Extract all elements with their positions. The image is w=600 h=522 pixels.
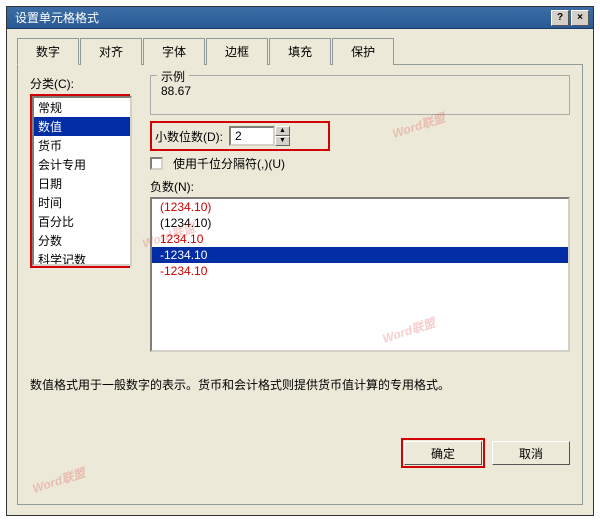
negative-item[interactable]: -1234.10 (152, 247, 568, 263)
cancel-button[interactable]: 取消 (492, 441, 570, 465)
spin-up-icon[interactable]: ▲ (275, 126, 290, 136)
description-text: 数值格式用于一般数字的表示。货币和会计格式则提供货币值计算的专用格式。 (30, 376, 570, 393)
category-highlight: 常规数值货币会计专用日期时间百分比分数科学记数文本特殊自定义 (30, 94, 130, 268)
category-item[interactable]: 分数 (34, 231, 130, 250)
thousands-checkbox[interactable] (150, 157, 163, 170)
tab-填充[interactable]: 填充 (269, 38, 331, 65)
dialog-title: 设置单元格格式 (11, 9, 549, 26)
category-listbox[interactable]: 常规数值货币会计专用日期时间百分比分数科学记数文本特殊自定义 (32, 96, 132, 266)
decimal-label: 小数位数(D): (155, 128, 223, 145)
titlebar: 设置单元格格式 ? × (7, 7, 593, 29)
category-item[interactable]: 日期 (34, 174, 130, 193)
dialog-body: 数字对齐字体边框填充保护 分类(C): 常规数值货币会计专用日期时间百分比分数科… (7, 29, 593, 515)
decimal-input[interactable] (229, 126, 275, 146)
format-cells-dialog: 设置单元格格式 ? × 数字对齐字体边框填充保护 分类(C): 常规数值货币会计… (6, 6, 594, 516)
category-item[interactable]: 百分比 (34, 212, 130, 231)
category-item[interactable]: 时间 (34, 193, 130, 212)
category-item[interactable]: 数值 (34, 117, 130, 136)
sample-value: 88.67 (161, 84, 559, 98)
category-item[interactable]: 会计专用 (34, 155, 130, 174)
tab-对齐[interactable]: 对齐 (80, 38, 142, 65)
negative-listbox[interactable]: (1234.10)(1234.10)1234.10-1234.10-1234.1… (150, 197, 570, 352)
negative-item[interactable]: (1234.10) (152, 199, 568, 215)
category-item[interactable]: 常规 (34, 98, 130, 117)
negative-label: 负数(N): (150, 178, 570, 195)
thousands-row[interactable]: 使用千位分隔符(,)(U) (150, 155, 570, 172)
category-item[interactable]: 科学记数 (34, 250, 130, 266)
negative-item[interactable]: -1234.10 (152, 263, 568, 279)
tab-边框[interactable]: 边框 (206, 38, 268, 65)
tab-保护[interactable]: 保护 (332, 38, 394, 65)
ok-button[interactable]: 确定 (404, 441, 482, 465)
decimal-row: 小数位数(D): ▲ ▼ (150, 121, 330, 151)
negative-item[interactable]: (1234.10) (152, 215, 568, 231)
close-button[interactable]: × (571, 10, 589, 26)
sample-group: 示例 88.67 (150, 75, 570, 115)
tab-字体[interactable]: 字体 (143, 38, 205, 65)
sample-label: 示例 (157, 68, 189, 85)
category-item[interactable]: 货币 (34, 136, 130, 155)
tab-strip: 数字对齐字体边框填充保护 (17, 37, 583, 65)
help-button[interactable]: ? (551, 10, 569, 26)
thousands-label: 使用千位分隔符(,)(U) (173, 155, 285, 172)
tab-panel-number: 分类(C): 常规数值货币会计专用日期时间百分比分数科学记数文本特殊自定义 示例… (17, 65, 583, 505)
spin-down-icon[interactable]: ▼ (275, 136, 290, 146)
negative-item[interactable]: 1234.10 (152, 231, 568, 247)
category-label: 分类(C): (30, 75, 130, 92)
decimal-spinner[interactable]: ▲ ▼ (229, 126, 290, 146)
tab-数字[interactable]: 数字 (17, 38, 79, 65)
dialog-footer: 确定 取消 (30, 403, 570, 465)
